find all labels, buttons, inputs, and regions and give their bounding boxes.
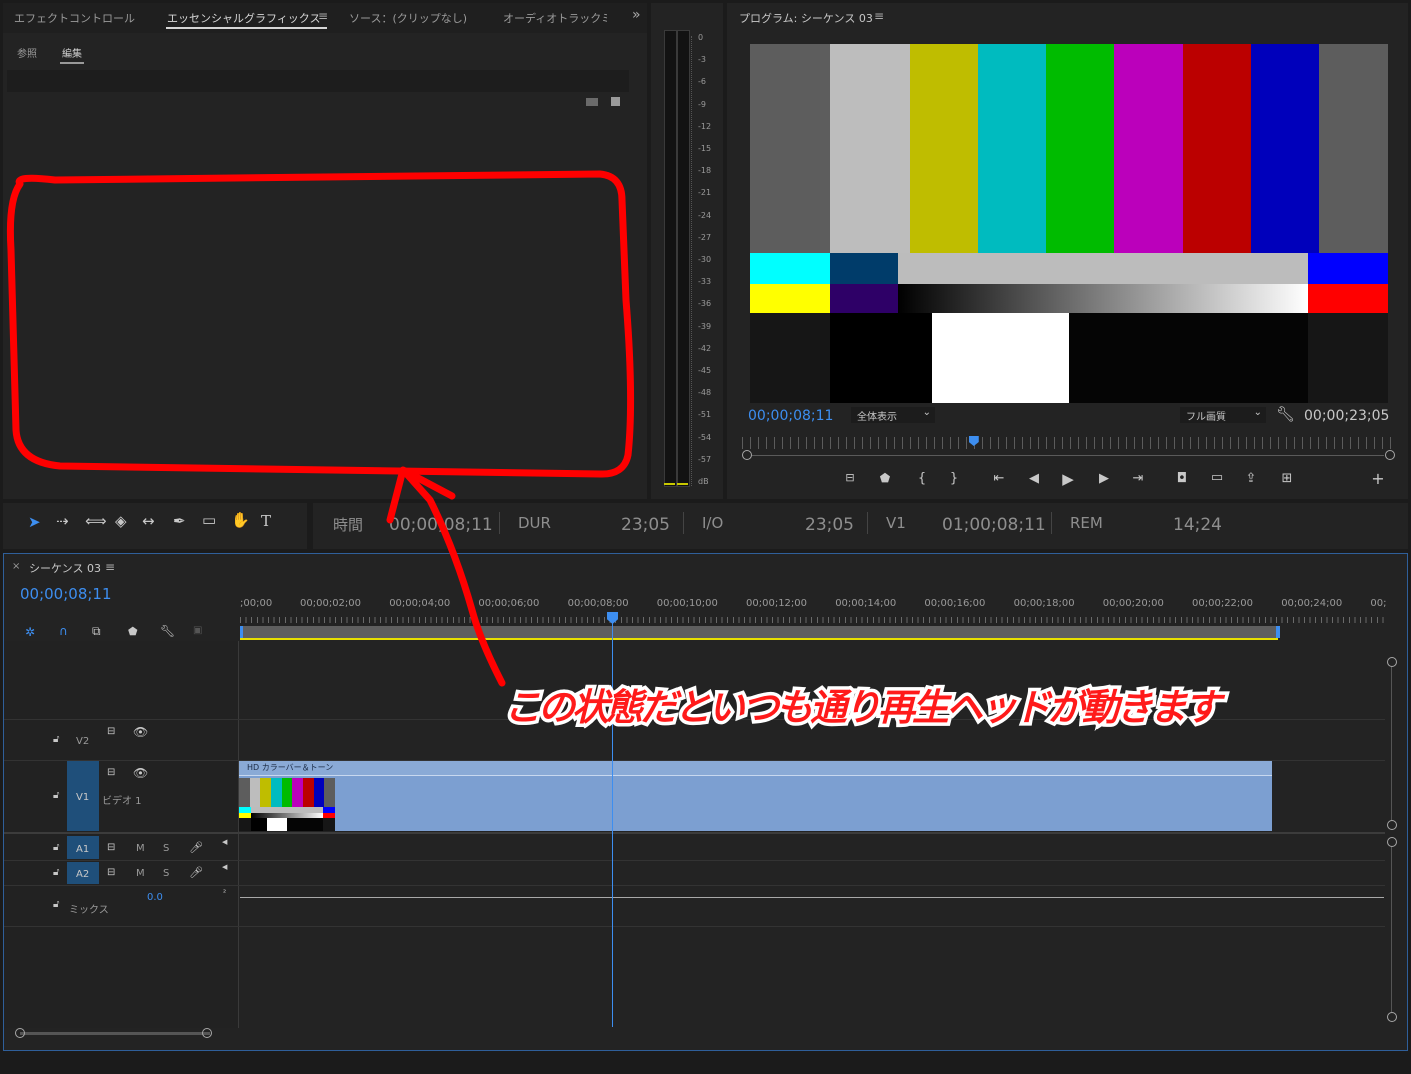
highlight-arrow: [401, 468, 506, 687]
annotation-overlay: この状態だといつも通り再生ヘッドが動きます: [6, 170, 1232, 733]
annotation-caption: この状態だといつも通り再生ヘッドが動きます: [504, 686, 1226, 729]
highlight-rectangle: [6, 170, 635, 478]
